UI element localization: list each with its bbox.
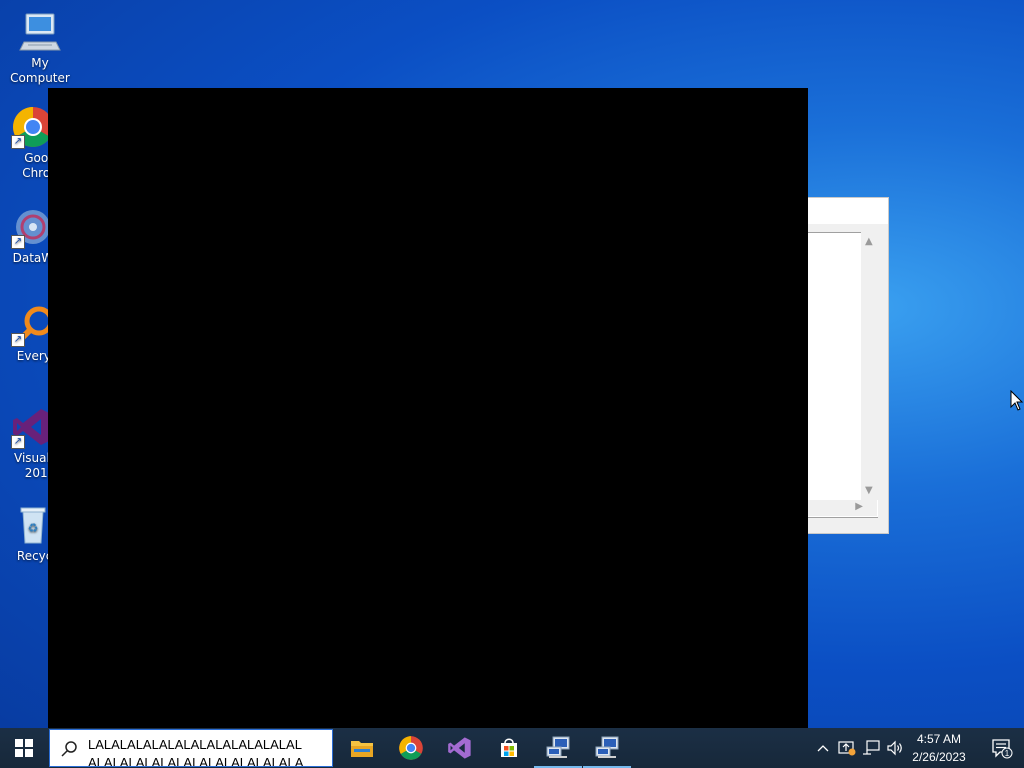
start-button[interactable]: [0, 728, 48, 768]
chevron-up-icon: [817, 745, 829, 752]
windows-logo-icon: [15, 739, 33, 757]
search-icon: [61, 741, 77, 757]
notification-count: 1: [1005, 749, 1010, 758]
taskbar-visual-studio[interactable]: [436, 728, 484, 768]
black-window[interactable]: [48, 88, 808, 728]
speaker-icon: [887, 740, 902, 756]
remote-desktop-icon: [546, 736, 570, 758]
search-box[interactable]: LALALALALALALALALALALALALAL ALALALALALAL…: [49, 729, 333, 767]
taskbar-file-explorer[interactable]: [338, 728, 386, 768]
show-hidden-icons-button[interactable]: [814, 728, 832, 768]
tray-security-icon-button[interactable]: [836, 728, 858, 768]
svg-text:♻: ♻: [28, 521, 39, 535]
store-icon: [501, 738, 517, 757]
visual-studio-icon: [448, 737, 471, 759]
action-center-button[interactable]: 1: [980, 728, 1024, 768]
mouse-cursor-icon: [1010, 390, 1024, 411]
window-header: [797, 198, 888, 224]
search-input-text-overflow: ALALALALALALALALALALALALALA: [88, 755, 304, 767]
clock-time: 4:57 AM: [916, 732, 962, 746]
computer-icon: [18, 10, 62, 54]
taskbar-microsoft-store[interactable]: [485, 728, 533, 768]
taskbar: LALALALALALALALALALALALALAL ALALALALALAL…: [0, 728, 1024, 768]
horizontal-scrollbar[interactable]: ▶: [797, 500, 877, 516]
notification-icon: 1: [992, 739, 1013, 759]
clock[interactable]: 4:57 AM 2/26/2023: [904, 728, 974, 768]
taskbar-remote-app-1[interactable]: [534, 728, 582, 768]
tray-network-button[interactable]: [860, 728, 882, 768]
vertical-scrollbar[interactable]: ▲ ▼: [861, 232, 878, 500]
taskbar-remote-app-2[interactable]: [583, 728, 631, 768]
network-icon: [863, 740, 880, 755]
shortcut-arrow-icon: ↗: [11, 135, 25, 149]
folder-icon: [351, 741, 373, 757]
scroll-up-icon[interactable]: ▲: [865, 236, 873, 247]
shortcut-arrow-icon: ↗: [11, 235, 25, 249]
shortcut-arrow-icon: ↗: [11, 435, 25, 449]
remote-desktop-icon: [595, 736, 619, 758]
scroll-right-icon[interactable]: ▶: [855, 501, 863, 512]
tray-volume-button[interactable]: [884, 728, 906, 768]
clock-date: 2/26/2023: [912, 750, 966, 764]
desktop-icon-label: My Computer: [10, 56, 70, 85]
taskbar-google-chrome[interactable]: [387, 728, 435, 768]
search-input-text[interactable]: LALALALALALALALALALALALALAL: [88, 737, 302, 752]
chrome-icon: [399, 736, 423, 760]
scroll-down-icon[interactable]: ▼: [865, 485, 873, 496]
desktop-icon-my-computer[interactable]: My Computer: [0, 10, 80, 86]
desktop[interactable]: My Computer ↗ Goog Chron ↗ DataWag ↗ Eve…: [0, 0, 1024, 728]
security-alert-icon: [838, 741, 856, 756]
shortcut-arrow-icon: ↗: [11, 333, 25, 347]
background-window[interactable]: ▲ ▼ ▶: [796, 197, 889, 534]
